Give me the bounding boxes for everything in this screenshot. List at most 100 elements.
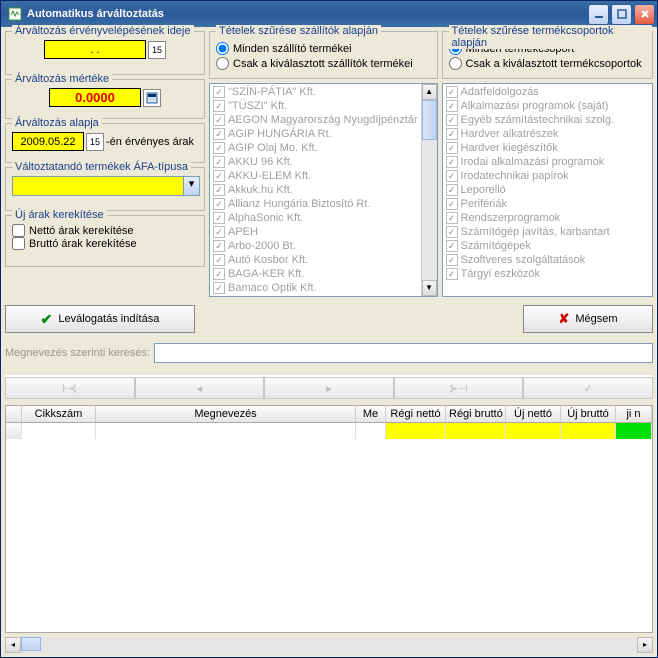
scroll-down-icon[interactable]: ▼: [422, 280, 437, 296]
list-item[interactable]: ✓Számítógépek: [444, 239, 651, 253]
scroll-up-icon[interactable]: ▲: [422, 84, 437, 100]
vat-type-combo[interactable]: ▾: [12, 176, 200, 196]
list-item[interactable]: ✓Leporelló: [444, 183, 651, 197]
radio-all-suppliers[interactable]: Minden szállító termékei: [216, 42, 431, 55]
navigator-toolbar: ⊦⊰ ◂ ▸ ⊱⊣ ✓: [5, 375, 653, 399]
group-title: Új árak kerekítése: [12, 209, 107, 221]
nav-prev-button[interactable]: ◂: [135, 377, 265, 399]
col-extra[interactable]: ji n: [616, 406, 652, 422]
checkbox-icon: ✓: [446, 212, 458, 224]
list-item[interactable]: ✓Irodatechnikai papírok: [444, 169, 651, 183]
chevron-down-icon[interactable]: ▾: [183, 177, 199, 195]
cancel-button[interactable]: ✘ Mégsem: [523, 305, 653, 333]
checkbox-icon: ✓: [446, 254, 458, 266]
calendar-icon[interactable]: 15: [148, 41, 166, 59]
col-cikkszam[interactable]: Cikkszám: [22, 406, 96, 422]
list-item[interactable]: ✓Perifériák: [444, 197, 651, 211]
checkbox-icon: ✓: [213, 156, 225, 168]
group-effective-time: Árváltozás érvényvelépésének ideje . . 1…: [5, 31, 205, 75]
col-uj-netto[interactable]: Új nettó: [506, 406, 561, 422]
groups-listbox[interactable]: ✓Adatfeldolgozás✓Alkalmazási programok (…: [442, 83, 653, 297]
scroll-left-icon[interactable]: ◂: [5, 637, 21, 653]
list-item[interactable]: ✓AlphaSonic Kft.: [211, 211, 420, 225]
round-gross-checkbox[interactable]: Bruttó árak kerekítése: [12, 237, 198, 250]
list-item[interactable]: ✓Hardver kiegészítők: [444, 141, 651, 155]
suppliers-listbox[interactable]: ✓"SZÍN-PÁTIA" Kft.✓"TÜSZI" Kft.✓AEGON Ma…: [209, 83, 438, 297]
list-item[interactable]: ✓"SZÍN-PÁTIA" Kft.: [211, 85, 420, 99]
checkbox-icon: ✓: [446, 156, 458, 168]
scroll-thumb[interactable]: [21, 637, 41, 651]
radio-selected-suppliers[interactable]: Csak a kiválasztott szállítók termékei: [216, 57, 431, 70]
list-item[interactable]: ✓BAGA-KER Kft.: [211, 267, 420, 281]
group-rounding: Új árak kerekítése Nettó árak kerekítése…: [5, 215, 205, 267]
main-window: Automatikus árváltoztatás Árváltozás érv…: [0, 0, 658, 658]
checkbox-icon: ✓: [213, 282, 225, 294]
list-item[interactable]: ✓Rendszerprogramok: [444, 211, 651, 225]
checkbox-icon: ✓: [446, 128, 458, 140]
group-title: Árváltozás mértéke: [12, 73, 112, 85]
col-megnevezes[interactable]: Megnevezés: [96, 406, 356, 422]
col-me[interactable]: Me: [356, 406, 386, 422]
col-regi-netto[interactable]: Régi nettó: [386, 406, 446, 422]
minimize-button[interactable]: [588, 4, 609, 25]
table-row[interactable]: [6, 423, 652, 439]
list-item[interactable]: ✓Allianz Hungária Biztosító Rt.: [211, 197, 420, 211]
basis-suffix-label: -én érvényes árak: [106, 136, 194, 148]
calculator-icon[interactable]: [143, 89, 161, 107]
checkbox-icon: ✓: [213, 170, 225, 182]
basis-date-input[interactable]: 2009.05.22: [12, 132, 84, 151]
change-amount-input[interactable]: 0.0000: [49, 88, 141, 107]
close-button[interactable]: [634, 4, 655, 25]
list-item[interactable]: ✓Szoftveres szolgáltatások: [444, 253, 651, 267]
calendar-icon[interactable]: 15: [86, 133, 104, 151]
list-item[interactable]: ✓Számítógép javítás, karbantart: [444, 225, 651, 239]
list-item[interactable]: ✓AKKU-ELEM Kft.: [211, 169, 420, 183]
horizontal-scrollbar[interactable]: ◂ ▸: [5, 637, 653, 653]
round-net-checkbox[interactable]: Nettó árak kerekítése: [12, 224, 198, 237]
checkbox-icon: ✓: [446, 142, 458, 154]
col-regi-brutto[interactable]: Régi bruttó: [446, 406, 506, 422]
list-item[interactable]: ✓Arbo-2000 Bt.: [211, 239, 420, 253]
group-title: Tételek szűrése termékcsoportok alapján: [449, 25, 652, 49]
list-item[interactable]: ✓Irodai alkalmazási programok: [444, 155, 651, 169]
list-item[interactable]: ✓APEH: [211, 225, 420, 239]
app-icon: [7, 6, 23, 22]
list-item[interactable]: ✓Tárgyi eszközök: [444, 267, 651, 281]
list-item[interactable]: ✓"TÜSZI" Kft.: [211, 99, 420, 113]
effective-date-input[interactable]: . .: [44, 40, 146, 59]
list-item[interactable]: ✓Bamaco Optik Kft.: [211, 281, 420, 295]
nav-first-button[interactable]: ⊦⊰: [5, 377, 135, 399]
start-selection-button[interactable]: ✔ Leválogatás indítása: [5, 305, 195, 333]
checkbox-icon: ✓: [446, 170, 458, 182]
maximize-button[interactable]: [611, 4, 632, 25]
checkbox-icon: ✓: [446, 100, 458, 112]
list-item[interactable]: ✓Alkalmazási programok (saját): [444, 99, 651, 113]
list-item[interactable]: ✓Hardver alkatrészek: [444, 127, 651, 141]
group-filter-productgroups: Tételek szűrése termékcsoportok alapján …: [442, 31, 653, 79]
list-item[interactable]: ✓Adatfeldolgozás: [444, 85, 651, 99]
checkbox-icon: ✓: [213, 226, 225, 238]
list-item[interactable]: ✓AGIP Olaj Mo. Kft.: [211, 141, 420, 155]
nav-post-button[interactable]: ✓: [523, 377, 653, 399]
checkbox-icon: ✓: [213, 268, 225, 280]
cross-icon: ✘: [558, 311, 569, 327]
search-input[interactable]: [154, 343, 653, 363]
group-filter-suppliers: Tételek szűrése szállítók alapján Minden…: [209, 31, 438, 79]
col-uj-brutto[interactable]: Új bruttó: [561, 406, 616, 422]
titlebar[interactable]: Automatikus árváltoztatás: [1, 1, 657, 27]
nav-next-button[interactable]: ▸: [264, 377, 394, 399]
scrollbar[interactable]: ▲ ▼: [421, 84, 437, 296]
checkbox-icon: ✓: [213, 184, 225, 196]
scroll-right-icon[interactable]: ▸: [637, 637, 653, 653]
list-item[interactable]: ✓AGIP HUNGÁRIA Rt.: [211, 127, 420, 141]
data-grid[interactable]: Cikkszám Megnevezés Me Régi nettó Régi b…: [5, 405, 653, 633]
group-change-basis: Árváltozás alapja 2009.05.22 15 -én érvé…: [5, 123, 205, 163]
list-item[interactable]: ✓Akkuk.hu Kft.: [211, 183, 420, 197]
radio-selected-groups[interactable]: Csak a kiválasztott termékcsoportok: [449, 57, 646, 70]
list-item[interactable]: ✓Egyéb számítástechnikai szolg.: [444, 113, 651, 127]
nav-last-button[interactable]: ⊱⊣: [394, 377, 524, 399]
scroll-thumb[interactable]: [422, 100, 437, 140]
list-item[interactable]: ✓Autó Kosbor Kft.: [211, 253, 420, 267]
list-item[interactable]: ✓AEGON Magyarország Nyugdíjpénztár: [211, 113, 420, 127]
list-item[interactable]: ✓AKKU 96 Kft.: [211, 155, 420, 169]
